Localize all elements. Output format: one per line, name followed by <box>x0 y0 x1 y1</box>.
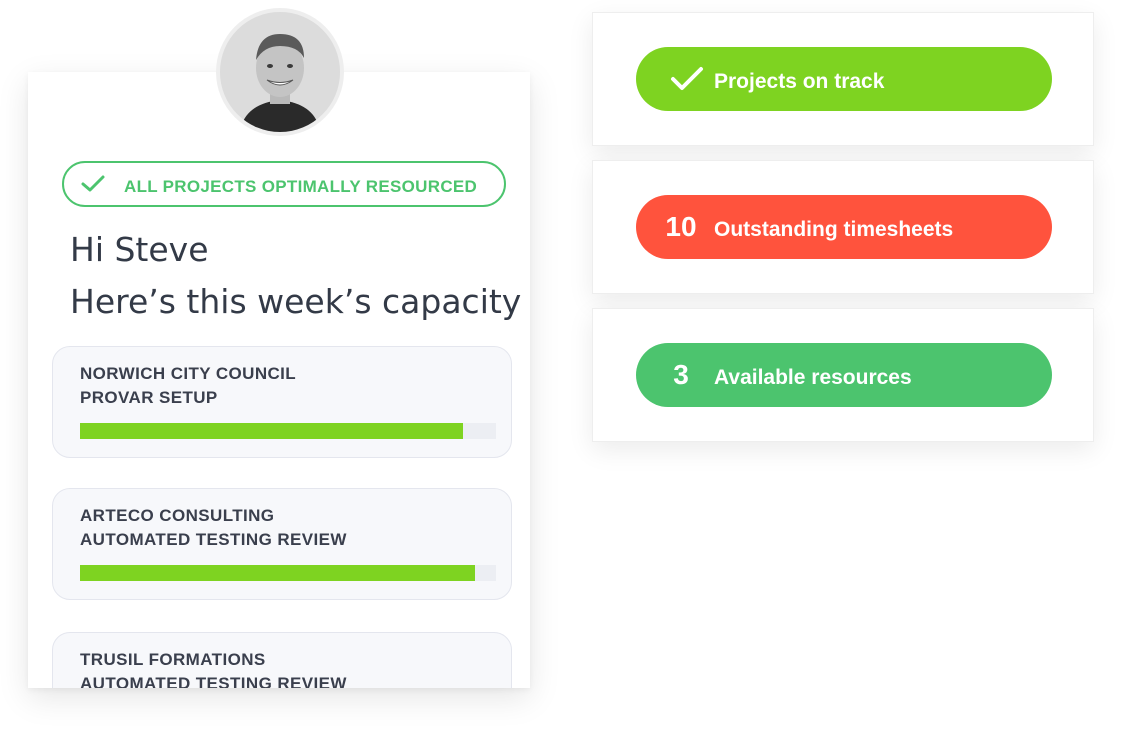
stat-label: Available resources <box>714 366 912 389</box>
project-client: TRUSIL FORMATIONS <box>80 650 266 669</box>
check-icon <box>636 66 714 92</box>
available-resources-pill[interactable]: 3 Available resources <box>636 343 1052 407</box>
project-card[interactable]: TRUSIL FORMATIONS AUTOMATED TESTING REVI… <box>52 632 512 688</box>
stat-label: Projects on track <box>714 70 885 93</box>
projects-on-track-pill[interactable]: Projects on track <box>636 47 1052 111</box>
stat-value: 3 <box>673 359 689 390</box>
project-client: ARTECO CONSULTING <box>80 506 275 525</box>
greeting-title: Hi Steve <box>70 230 209 269</box>
stat-card-resources: 3 Available resources <box>592 308 1094 442</box>
check-icon <box>81 175 105 192</box>
project-name: AUTOMATED TESTING REVIEW <box>80 530 347 549</box>
status-badge: ALL PROJECTS OPTIMALLY RESOURCED <box>62 161 506 207</box>
project-client: NORWICH CITY COUNCIL <box>80 364 297 383</box>
stat-label: Outstanding timesheets <box>714 218 954 241</box>
status-text: ALL PROJECTS OPTIMALLY RESOURCED <box>124 177 478 196</box>
project-name: AUTOMATED TESTING REVIEW <box>80 674 347 688</box>
progress-fill <box>80 565 476 581</box>
progress-bar <box>80 565 496 581</box>
stat-card-projects-on-track: Projects on track <box>592 12 1094 146</box>
project-card[interactable]: NORWICH CITY COUNCIL PROVAR SETUP <box>52 346 512 458</box>
progress-fill <box>80 423 463 439</box>
progress-bar <box>80 423 496 439</box>
avatar[interactable] <box>220 12 340 132</box>
capacity-card: ALL PROJECTS OPTIMALLY RESOURCED Hi Stev… <box>28 72 530 688</box>
greeting-subtitle: Here’s this week’s capacity <box>70 282 522 321</box>
stat-value: 10 <box>665 211 697 242</box>
user-avatar-icon <box>220 12 340 132</box>
stat-card-timesheets: 10 Outstanding timesheets <box>592 160 1094 294</box>
project-name: PROVAR SETUP <box>80 388 218 407</box>
project-card[interactable]: ARTECO CONSULTING AUTOMATED TESTING REVI… <box>52 488 512 600</box>
outstanding-timesheets-pill[interactable]: 10 Outstanding timesheets <box>636 195 1052 259</box>
